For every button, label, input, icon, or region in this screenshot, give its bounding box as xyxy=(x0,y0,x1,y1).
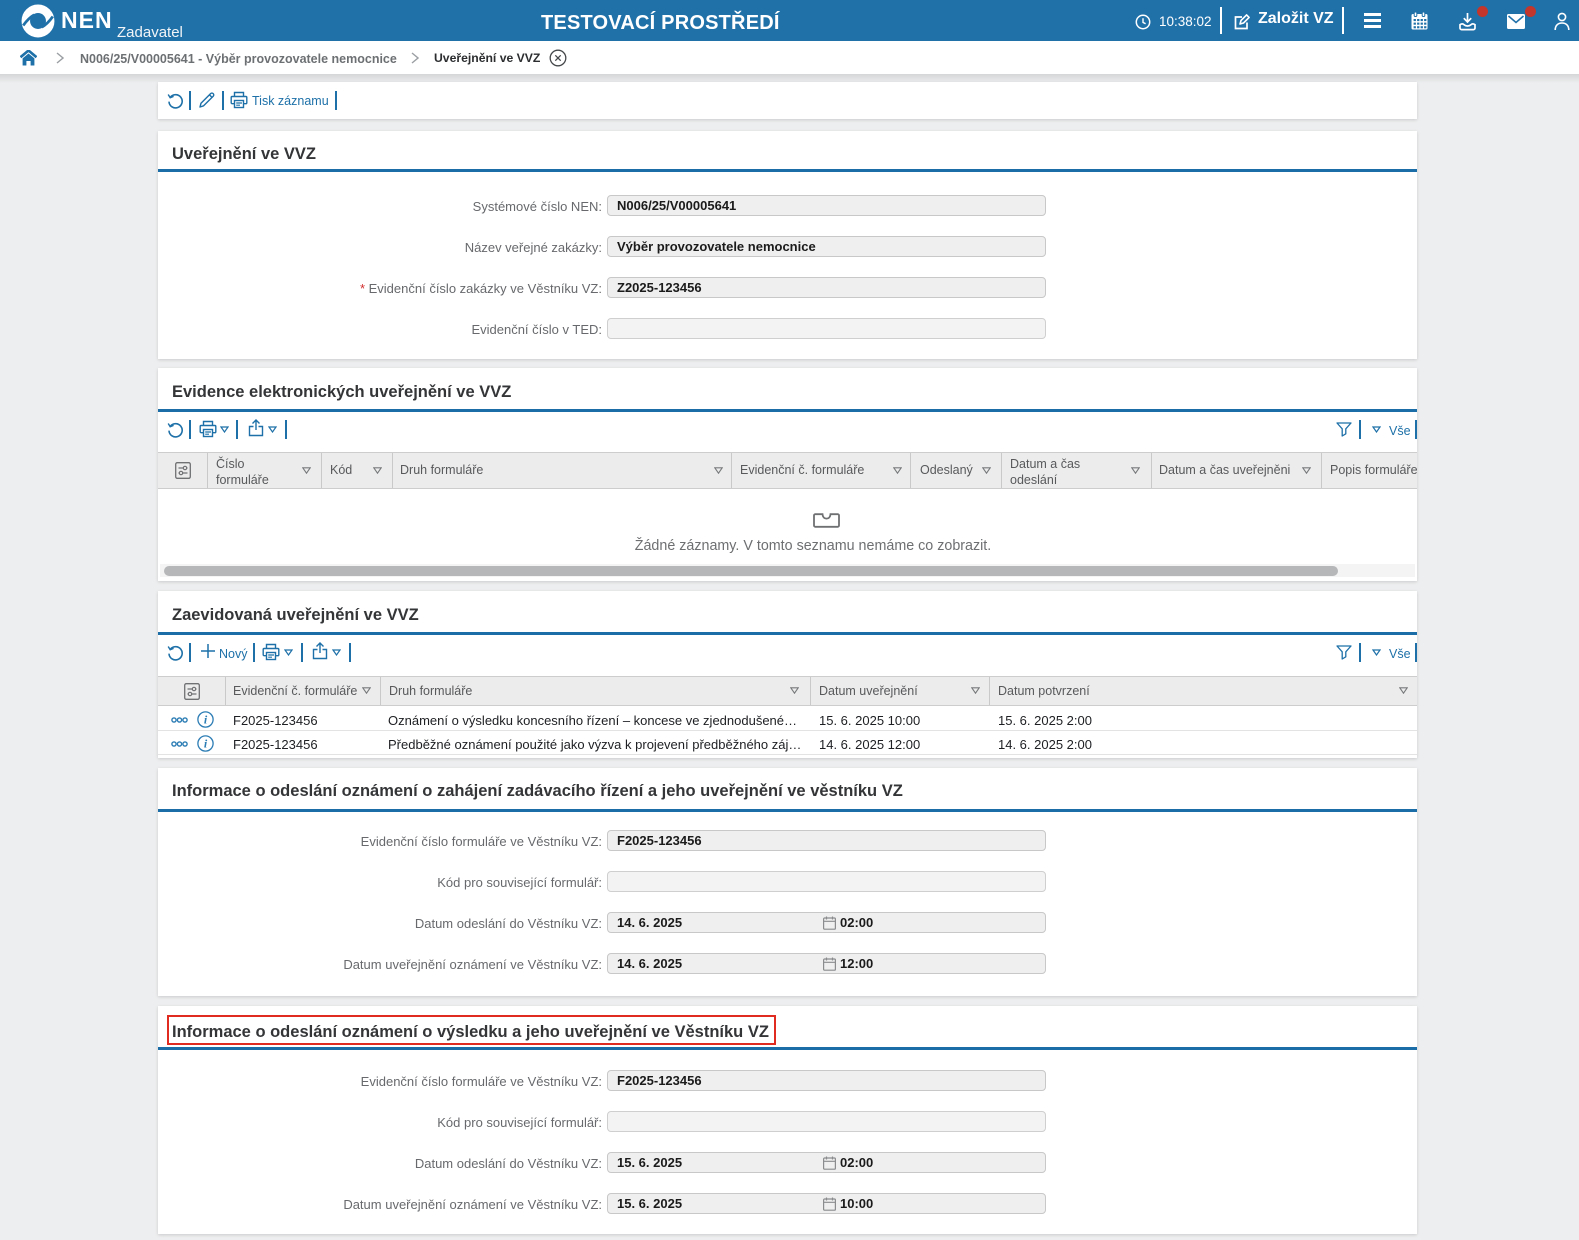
svg-text:i: i xyxy=(204,737,208,751)
svg-text:i: i xyxy=(204,713,208,727)
